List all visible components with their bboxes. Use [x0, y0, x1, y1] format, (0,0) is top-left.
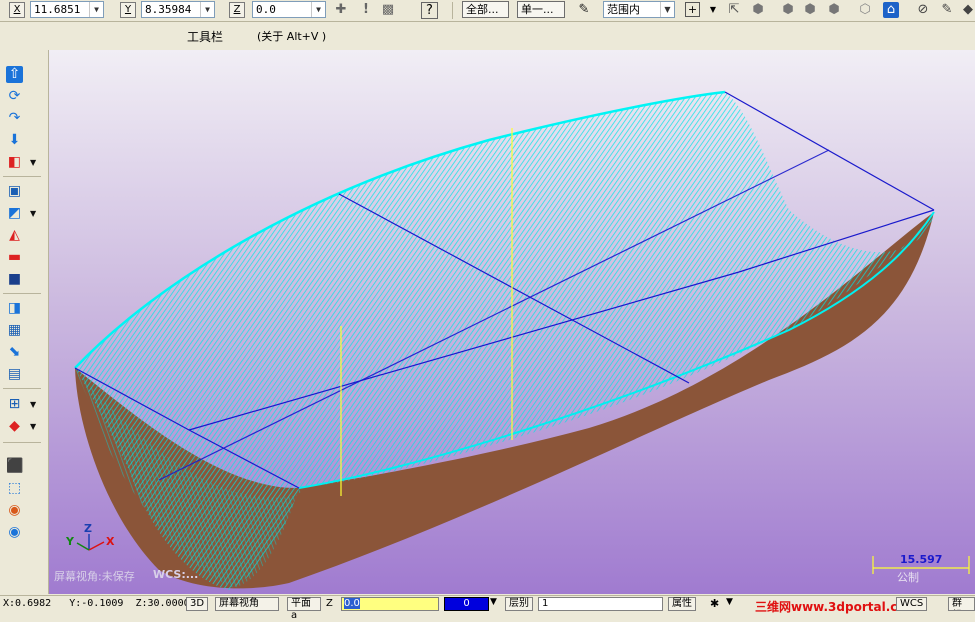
home-view-icon[interactable]: ⌂: [883, 2, 899, 18]
left-toolbar: ⇧ ⟳ ↷ ⬇ ◧ ▼ ▣ ◩ ▼ ◭ ▬ ■ ◨ ▦ ⬊ ▤ ⊞ ▼ ◆ ▼ …: [0, 50, 49, 594]
plane-button[interactable]: 平面a: [287, 597, 321, 621]
draft-icon[interactable]: ◨: [6, 300, 23, 317]
status-bar: X:0.6982 Y:-0.1009 Z:30.0000 3D 屏幕视角 平面a…: [0, 595, 975, 621]
solid-hex-icon[interactable]: ⬢: [780, 2, 796, 18]
chevron-down-icon[interactable]: ▼: [89, 2, 103, 17]
exclamation-icon[interactable]: !: [358, 2, 374, 18]
toolbar-title-row: 工具栏 (关于 Alt+V ): [0, 22, 975, 49]
selection-mask-icon[interactable]: ✎: [576, 2, 592, 18]
y-coord-label: Y: [120, 2, 136, 18]
mode-3d-button[interactable]: 3D: [186, 597, 209, 611]
no-entry-icon[interactable]: ⊘: [915, 2, 931, 18]
wcs-button[interactable]: WCS: [896, 597, 928, 611]
arrow-select-icon[interactable]: ⇱: [726, 2, 742, 18]
screen-view-status: 屏幕视角:未保存: [54, 570, 135, 583]
grid-view-icon[interactable]: ⊞: [6, 396, 23, 413]
solid-cube-icon[interactable]: ■: [6, 271, 23, 288]
solid-hex-icon[interactable]: ⬢: [750, 2, 766, 18]
screen-view-button[interactable]: 屏幕视角: [215, 597, 279, 611]
z-depth-label: Z: [326, 598, 333, 609]
divider: [3, 388, 41, 389]
fillet-icon[interactable]: ◧: [6, 154, 23, 171]
chevron-down-icon[interactable]: ▼: [30, 154, 38, 171]
auto-cursor-icon[interactable]: ▩: [380, 2, 396, 18]
watermark-text: 三维网www.3dportal.cn: [755, 600, 906, 614]
trim-solid-icon[interactable]: ▬: [6, 249, 23, 266]
chevron-down-icon[interactable]: ▼: [726, 597, 733, 607]
shape-icon[interactable]: ◆: [960, 2, 975, 18]
cube-shaded-icon[interactable]: ⬛: [6, 458, 23, 475]
axis-y-label: Y: [66, 535, 74, 548]
chevron-down-icon[interactable]: ▼: [705, 2, 721, 18]
chevron-down-icon[interactable]: ▼: [490, 597, 497, 607]
solid-hex-icon[interactable]: ⬢: [826, 2, 842, 18]
plus-icon[interactable]: +: [685, 2, 700, 17]
pencil-icon[interactable]: ✎: [939, 2, 955, 18]
y-coord-field[interactable]: 8.35984 ▼: [141, 1, 215, 18]
scale-value: 15.597: [900, 553, 943, 566]
level-field[interactable]: 1: [538, 597, 663, 611]
cursor-coordinates: X:0.6982 Y:-0.1009 Z:30.0000: [3, 598, 190, 609]
chevron-down-icon[interactable]: ▼: [311, 2, 325, 17]
chevron-down-icon[interactable]: ▼: [30, 205, 38, 222]
z-coord-label: Z: [229, 2, 245, 18]
color-swatch[interactable]: 0: [444, 597, 489, 611]
toolbar-label: 工具栏: [187, 30, 224, 44]
help-icon[interactable]: ?: [421, 2, 438, 19]
orange-circle-icon[interactable]: ◉: [6, 502, 23, 519]
chevron-down-icon[interactable]: ▼: [30, 418, 38, 435]
attributes-button[interactable]: 属性: [668, 597, 696, 611]
chevron-down-icon[interactable]: ▼: [200, 2, 214, 17]
about-label: (关于 Alt+V ): [257, 30, 327, 43]
move-down-icon[interactable]: ⬊: [6, 344, 23, 361]
extrude-icon[interactable]: ⇧: [6, 66, 23, 83]
range-select[interactable]: 范围内 ▼: [603, 1, 675, 18]
axis-triad: [76, 534, 105, 551]
chevron-down-icon[interactable]: ▼: [30, 396, 38, 413]
layer-cube-icon[interactable]: ▦: [6, 322, 23, 339]
solid-hex-icon[interactable]: ⬢: [802, 2, 818, 18]
model-canvas[interactable]: [49, 50, 975, 594]
point-style-icon[interactable]: ✱: [710, 597, 719, 610]
x-coord-label: X: [9, 2, 25, 18]
divider: [3, 176, 41, 177]
axis-x-label: X: [106, 535, 115, 548]
solid-red-icon[interactable]: ◆: [6, 418, 23, 435]
toolbar-separator: [452, 2, 453, 19]
chamfer-icon[interactable]: ◭: [6, 227, 23, 244]
axis-z-label: Z: [84, 522, 92, 535]
sweep-icon[interactable]: ↷: [6, 110, 23, 127]
chevron-down-icon[interactable]: ▼: [660, 2, 674, 17]
blue-circle-icon[interactable]: ◉: [6, 524, 23, 541]
z-depth-field[interactable]: 0.0: [341, 597, 439, 611]
select-all-button[interactable]: 全部...: [462, 1, 509, 18]
scale-unit: 公制: [897, 571, 919, 584]
x-coord-field[interactable]: 11.6851 ▼: [30, 1, 104, 18]
loft-down-icon[interactable]: ⬇: [6, 132, 23, 149]
top-toolbar: X 11.6851 ▼ Y 8.35984 ▼ Z 0.0 ▼ ✚ ! ▩ ? 全部.…: [0, 0, 975, 22]
cube-outline-icon[interactable]: ⬚: [6, 480, 23, 497]
z-coord-field[interactable]: 0.0 ▼: [252, 1, 326, 18]
shell-icon[interactable]: ▣: [6, 183, 23, 200]
select-single-button[interactable]: 单一...: [517, 1, 565, 18]
revolve-icon[interactable]: ⟳: [6, 88, 23, 105]
boolean-icon[interactable]: ◩: [6, 205, 23, 222]
group-button[interactable]: 群组: [948, 597, 975, 611]
divider: [3, 293, 41, 294]
fast-point-icon[interactable]: ✚: [333, 2, 349, 18]
wire-hex-icon[interactable]: ⬡: [857, 2, 873, 18]
graphics-viewport[interactable]: Z Y X 屏幕视角:未保存 WCS:... 15.597 公制: [49, 50, 975, 594]
level-button[interactable]: 层别: [505, 597, 533, 611]
wcs-status: WCS:...: [153, 568, 199, 581]
divider: [3, 442, 41, 443]
manager-icon[interactable]: ▤: [6, 366, 23, 383]
